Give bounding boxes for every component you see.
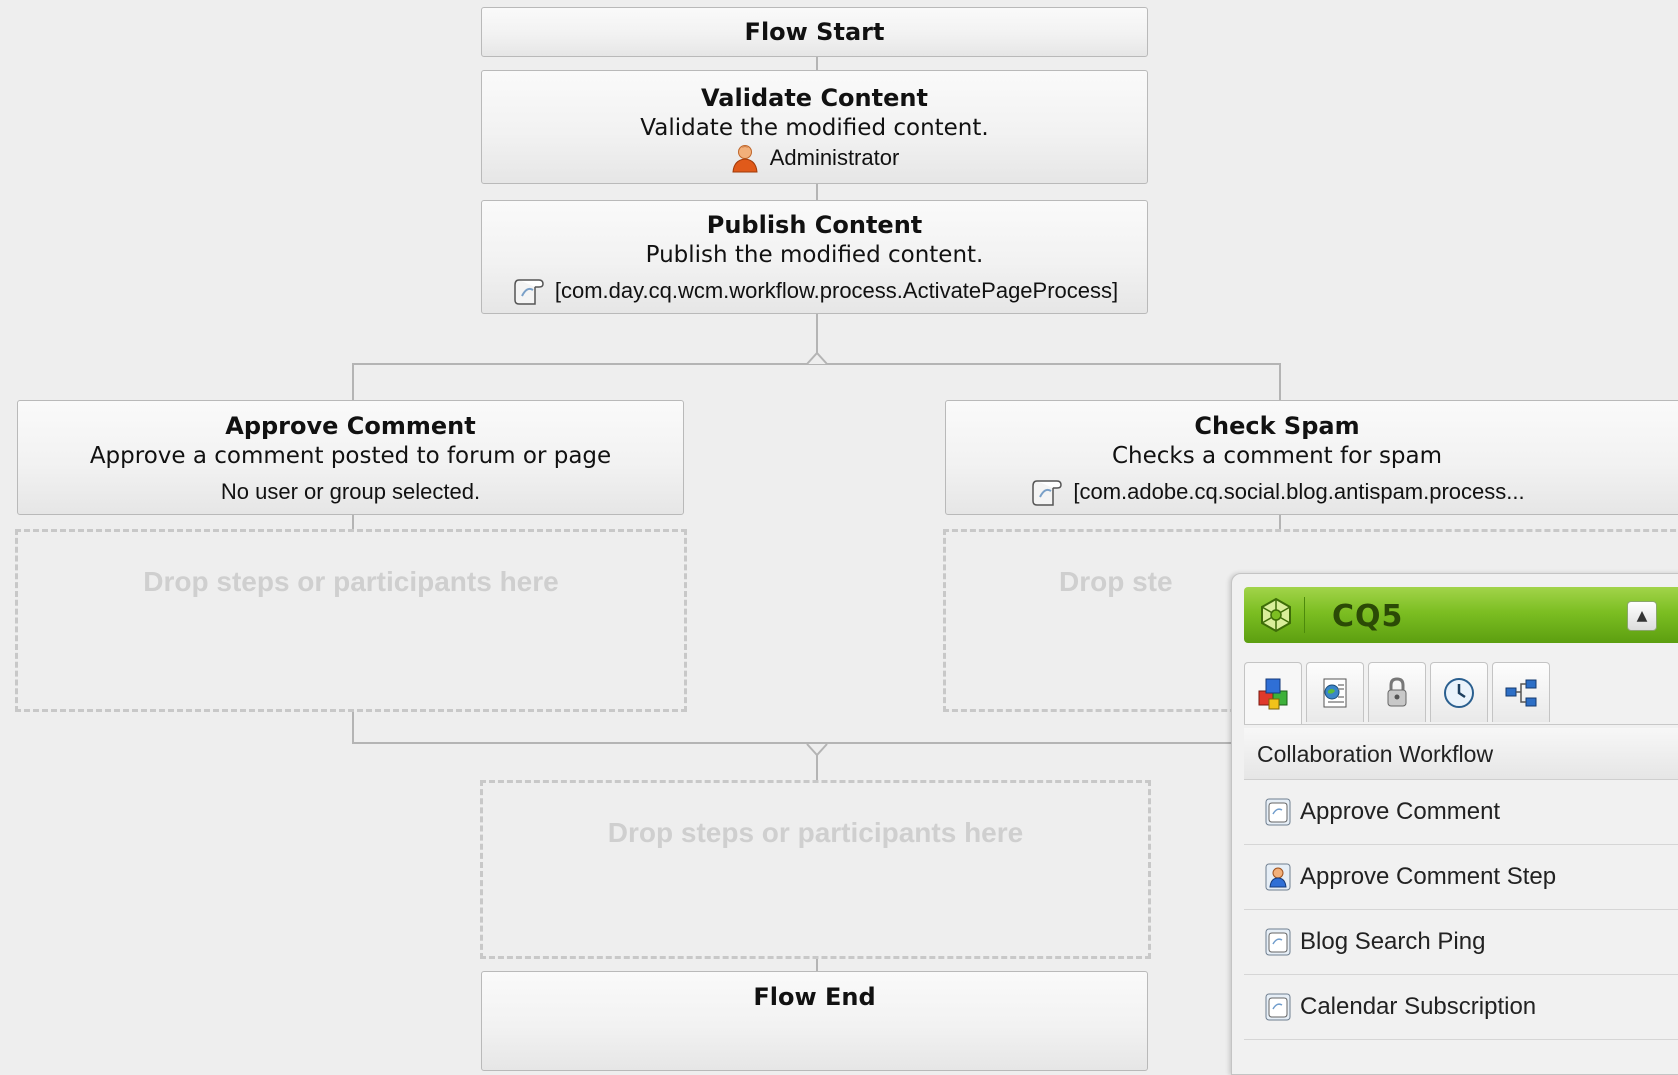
branch-approve-comment[interactable]: Approve Comment Approve a comment posted… [17, 400, 684, 515]
list-item[interactable]: Blog Search Ping [1244, 910, 1678, 975]
process-class: [com.adobe.cq.social.blog.antispam.proce… [1073, 479, 1525, 504]
tab-page[interactable] [1306, 662, 1364, 722]
drop-hint: Drop steps or participants here [143, 566, 559, 597]
split-marker-icon [806, 351, 828, 365]
chevron-up-icon: ▲ [1636, 608, 1648, 624]
sidekick-tabs [1244, 662, 1678, 725]
step-validate-content[interactable]: Validate Content Validate the modified c… [481, 70, 1148, 184]
process-step-icon [1265, 798, 1291, 826]
step-participant: No user or group selected. [18, 477, 683, 507]
step-title: Publish Content [706, 211, 923, 239]
process-class: [com.day.cq.wcm.workflow.process.Activat… [554, 278, 1119, 303]
sidekick-panel[interactable]: CQ5 ▲ Collaboration Workflow Approve Com… [1231, 573, 1678, 1075]
flow-end-label: Flow End [753, 983, 876, 1011]
connector [816, 958, 818, 972]
step-title: Validate Content [701, 84, 928, 112]
connector [1279, 363, 1281, 400]
components-icon [1258, 678, 1288, 709]
connector [816, 56, 818, 70]
user-icon [732, 145, 758, 173]
connector [352, 712, 354, 743]
sidekick-header[interactable]: CQ5 ▲ [1244, 587, 1678, 643]
clock-icon [1444, 677, 1474, 708]
drop-zone-bottom[interactable]: Drop steps or participants here [480, 780, 1151, 959]
step-description: Publish the modified content. [645, 242, 984, 268]
flow-start-label: Flow Start [744, 18, 885, 46]
step-description: Checks a comment for spam [1111, 443, 1443, 469]
tab-lock[interactable] [1368, 662, 1426, 722]
list-item[interactable]: Calendar Subscription [1244, 975, 1678, 1040]
step-description: Approve a comment posted to forum or pag… [89, 443, 612, 469]
participant-step-icon [1265, 863, 1291, 891]
step-publish-content[interactable]: Publish Content Publish the modified con… [481, 200, 1148, 314]
item-label: Calendar Subscription [1300, 993, 1537, 1020]
workflow-icon [1505, 679, 1537, 706]
process-script-icon [1032, 480, 1063, 506]
list-item[interactable]: Approve Comment Step [1244, 845, 1678, 910]
list-item[interactable]: Approve Comment [1244, 780, 1678, 845]
step-process: [com.day.cq.wcm.workflow.process.Activat… [482, 276, 1147, 306]
connector [352, 515, 354, 529]
item-label: Approve Comment [1300, 798, 1501, 825]
header-divider [1304, 597, 1305, 633]
page-icon [1323, 678, 1347, 707]
tab-versioning[interactable] [1430, 662, 1488, 722]
participant-name: Administrator [769, 145, 900, 170]
participant-name: No user or group selected. [220, 479, 481, 504]
collapse-button[interactable]: ▲ [1627, 601, 1657, 631]
item-label: Blog Search Ping [1300, 928, 1486, 955]
cq5-logo-icon [1261, 597, 1291, 633]
section-collaboration-workflow[interactable]: Collaboration Workflow [1244, 728, 1678, 780]
step-participant: Administrator [482, 143, 1147, 173]
tab-workflow[interactable] [1492, 662, 1550, 722]
lock-icon [1387, 676, 1407, 706]
flow-start-node[interactable]: Flow Start [481, 7, 1148, 57]
drop-hint: Drop steps or participants here [607, 817, 1024, 848]
drop-zone-left[interactable]: Drop steps or participants here [15, 529, 687, 712]
connector [816, 184, 818, 200]
tab-components[interactable] [1244, 662, 1302, 724]
connector [1279, 515, 1281, 529]
connector [352, 363, 354, 400]
process-step-icon [1265, 993, 1291, 1021]
join-marker-icon [806, 743, 828, 757]
step-title: Check Spam [1194, 412, 1360, 440]
branch-check-spam[interactable]: Check Spam Checks a comment for spam [co… [945, 400, 1678, 515]
process-step-icon [1265, 928, 1291, 956]
item-label: Approve Comment Step [1300, 863, 1557, 890]
step-process: [com.adobe.cq.social.blog.antispam.proce… [946, 477, 1608, 507]
step-title: Approve Comment [225, 412, 476, 440]
drop-hint: Drop ste [1059, 566, 1173, 597]
step-description: Validate the modified content. [640, 115, 989, 141]
flow-end-node[interactable]: Flow End [481, 971, 1148, 1071]
join-bar [352, 742, 1232, 744]
sidekick-title: CQ5 [1332, 599, 1404, 634]
process-script-icon [514, 279, 544, 305]
